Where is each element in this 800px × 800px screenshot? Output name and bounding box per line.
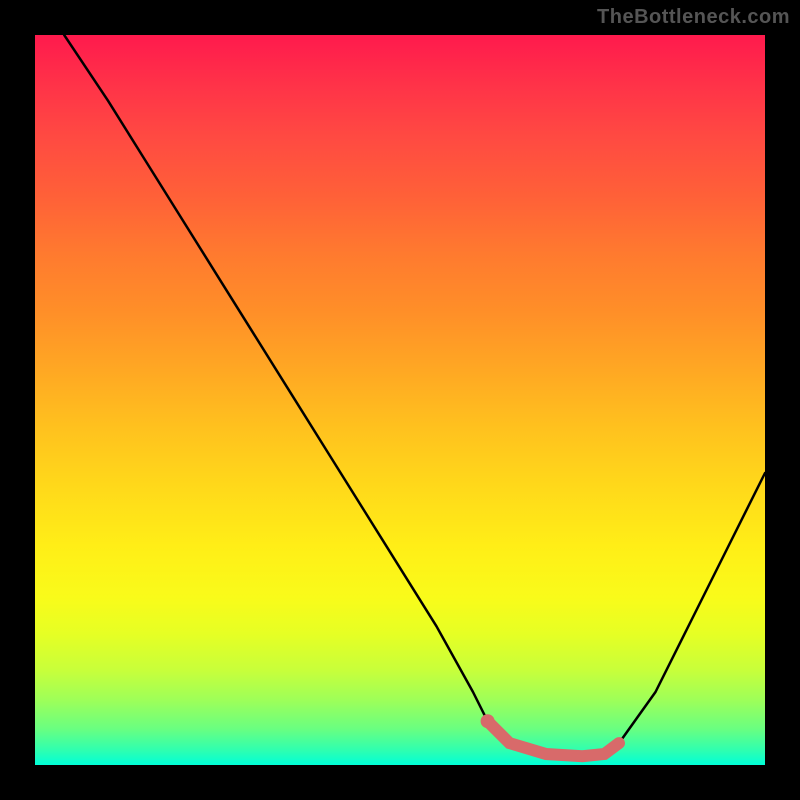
bottleneck-highlight xyxy=(488,721,619,756)
plot-area xyxy=(35,35,765,765)
chart-container: TheBottleneck.com xyxy=(0,0,800,800)
curve-svg xyxy=(35,35,765,765)
watermark: TheBottleneck.com xyxy=(597,6,790,29)
highlight-start-dot xyxy=(481,714,495,728)
bottleneck-curve xyxy=(64,35,765,756)
